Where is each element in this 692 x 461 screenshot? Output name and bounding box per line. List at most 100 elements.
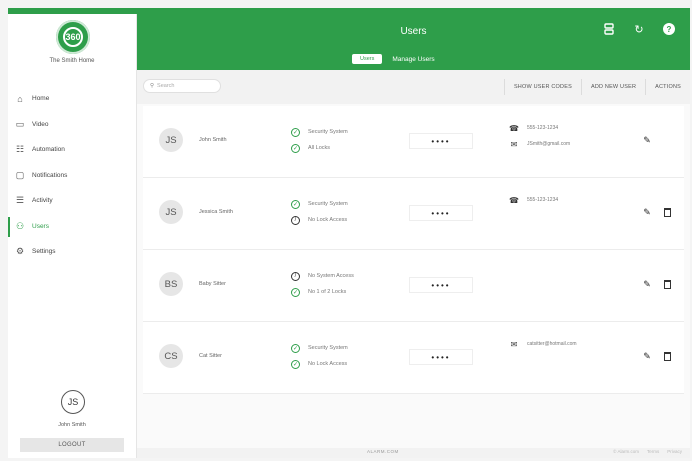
row-actions: ✎ [642,278,672,290]
access-list: ✓ Security System ✓ No Lock Access [291,340,391,372]
add-new-user-button[interactable]: ADD NEW USER [580,79,645,95]
footer: ALARM.COM © Alarm.com Terms Privacy [137,448,690,458]
sidebar-item-label: Automation [32,146,65,154]
toolbar: ⚲ Search SHOW USER CODES ADD NEW USER AC… [137,70,690,104]
check-circle-icon: ✓ [291,199,300,209]
access-item: ✓ Security System [291,124,391,140]
access-text: All Locks [308,145,331,151]
users-icon: ⚇ [15,220,25,231]
access-item: ✓ Security System [291,340,391,356]
sidebar-item-label: Settings [32,248,56,256]
sidebar-item-label: Notifications [32,171,68,179]
user-name: Jessica Smith [199,209,233,215]
user-avatar: JS [159,200,183,224]
current-user-avatar[interactable]: JS [61,390,85,414]
edit-icon[interactable]: ✎ [642,206,652,218]
user-code[interactable]: •••• [409,205,473,221]
toolbar-buttons: SHOW USER CODES ADD NEW USER ACTIONS [503,79,690,95]
access-text: Security System [308,345,348,351]
row-actions: ✎ [642,206,672,218]
access-item: ✓ Security System [291,196,391,212]
current-user-name: John Smith [58,422,86,428]
footer-link[interactable]: Terms [647,449,659,454]
contact-item: ☎ 555-123-1234 [509,192,629,208]
access-item: / No System Access [291,268,391,284]
access-text: Security System [308,129,348,135]
footer-link[interactable]: © Alarm.com [613,449,639,454]
no-access-icon: / [291,215,300,225]
search-icon: ⚲ [150,83,155,89]
refresh-icon[interactable]: ↻ [632,22,646,36]
contact-item: ✉ JSmith@gmail.com [509,136,629,152]
edit-icon[interactable]: ✎ [642,134,652,146]
trash-icon[interactable] [662,278,672,290]
user-row[interactable]: BS Baby Sitter / No System Access ✓ No 1 of 2… [143,250,684,322]
access-text: No System Access [308,273,354,279]
sidebar-item-label: Video [32,120,49,128]
header: Users Users Manage Users ↻ ? [137,14,690,70]
row-actions: ✎ [642,350,672,362]
contact-info: ☎ 555-123-1234 ✉ JSmith@gmail.com [509,120,629,152]
sidebar-item-users[interactable]: ⚇ Users [8,214,136,240]
phone-icon: ☎ [509,195,519,205]
tab-manage-users[interactable]: Manage Users [392,56,434,63]
sidebar-item-label: Home [32,95,50,103]
user-row[interactable]: CS Cat Sitter ✓ Security System ✓ No Lock Acc… [143,322,684,394]
check-circle-icon: ✓ [291,359,300,369]
activity-icon: ☰ [15,195,25,206]
user-code[interactable]: •••• [409,349,473,365]
search-input[interactable]: ⚲ Search [143,79,221,93]
access-item: / No Lock Access [291,212,391,228]
check-circle-icon: ✓ [291,143,300,153]
check-circle-icon: ✓ [291,127,300,137]
notifications-icon: ▢ [15,169,25,180]
sidebar-item-video[interactable]: ▭ Video [8,112,136,138]
user-code[interactable]: •••• [409,277,473,293]
sidebar-item-label: Users [32,222,49,230]
user-code[interactable]: •••• [409,133,473,149]
footer-link[interactable]: Privacy [667,449,682,454]
check-circle-icon: ✓ [291,343,300,353]
help-icon[interactable]: ? [662,22,676,36]
row-actions: ✎ [642,134,672,146]
user-list: JS John Smith ✓ Security System ✓ All Locks ••… [143,106,684,394]
network-icon[interactable] [602,22,616,36]
home-icon: ⌂ [17,93,23,104]
sidebar-item-notifications[interactable]: ▢ Notifications [8,163,136,189]
edit-icon[interactable]: ✎ [642,350,652,362]
sidebar-item-automation[interactable]: ☷ Automation [8,137,136,163]
access-text: No 1 of 2 Locks [308,289,347,295]
show-user-codes-button[interactable]: SHOW USER CODES [503,79,581,95]
email-icon: ✉ [510,339,518,349]
access-text: No Lock Access [308,361,348,367]
brand-logo-mark: 360 [63,27,83,47]
sidebar-item-home[interactable]: ⌂ Home [8,86,136,112]
automation-icon: ☷ [15,144,25,155]
access-text: Security System [308,201,348,207]
check-circle-icon: ✓ [291,287,300,297]
access-text: No Lock Access [308,217,348,223]
main-panel: Users Users Manage Users ↻ ? ⚲ Search SH… [137,14,690,458]
trash-icon[interactable] [662,350,672,362]
access-list: ✓ Security System / No Lock Access [291,196,391,228]
contact-text: catsitter@hotmail.com [527,341,577,347]
access-item: ✓ No Lock Access [291,356,391,372]
sidebar-item-settings[interactable]: ⚙ Settings [8,239,136,265]
user-row[interactable]: JS Jessica Smith ✓ Security System / No Lock … [143,178,684,250]
brand-logo: 360 [56,20,90,54]
contact-text: 555-123-1234 [527,197,559,203]
no-access-icon: / [291,271,300,281]
user-row[interactable]: JS John Smith ✓ Security System ✓ All Locks ••… [143,106,684,178]
contact-text: JSmith@gmail.com [527,141,571,147]
tab-users[interactable]: Users [352,54,383,64]
logout-button[interactable]: LOGOUT [20,438,124,452]
edit-icon[interactable]: ✎ [642,278,652,290]
sidebar: 360 The Smith Home ⌂ Home ▭ Video ☷ Automatio… [8,14,137,458]
user-avatar: JS [159,128,183,152]
video-icon: ▭ [15,118,25,129]
sidebar-item-label: Activity [32,197,53,205]
search-placeholder: Search [157,83,175,89]
sidebar-item-activity[interactable]: ☰ Activity [8,188,136,214]
actions-button[interactable]: ACTIONS [645,79,690,95]
trash-icon[interactable] [662,206,672,218]
